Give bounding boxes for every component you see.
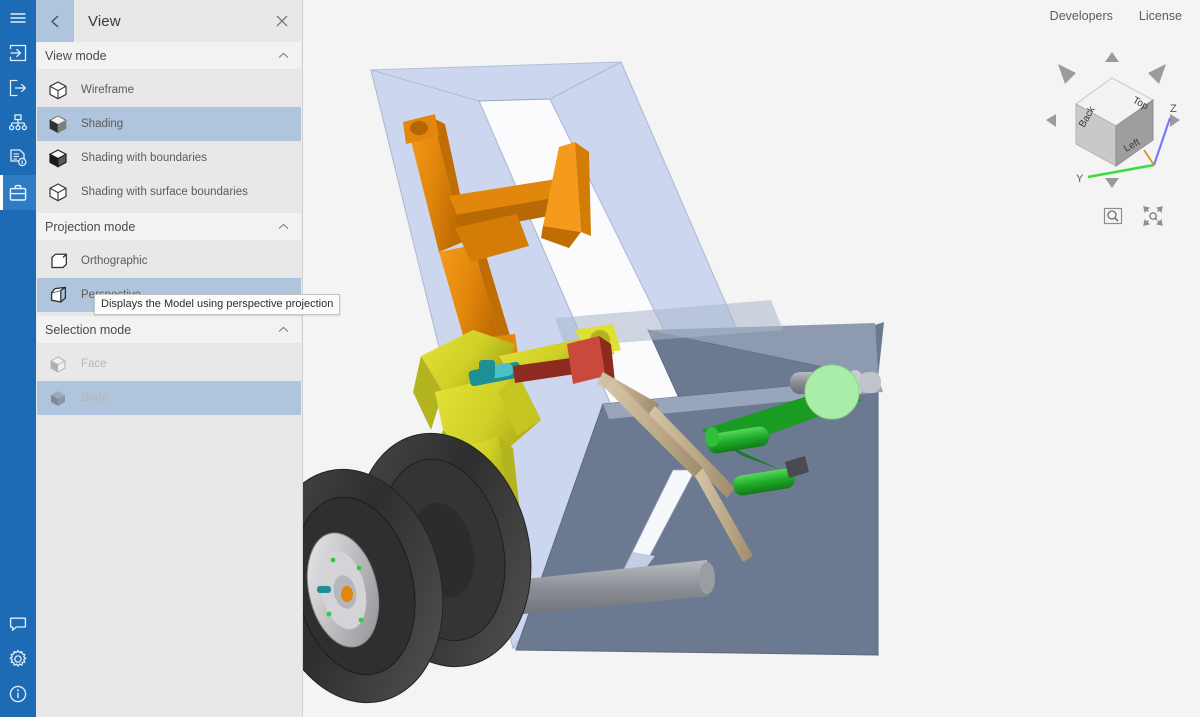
cube-perspective-icon — [45, 282, 71, 308]
section-label-projection-mode: Projection mode — [45, 219, 136, 234]
option-label: Shading with boundaries — [81, 152, 207, 164]
arrow-rotate-ccw-icon — [1058, 64, 1076, 84]
license-link[interactable]: License — [1139, 9, 1182, 23]
export-icon-glyph — [9, 79, 27, 96]
option-label: Wireframe — [81, 84, 135, 96]
export-icon[interactable] — [0, 70, 36, 105]
rail-bottom-group — [0, 606, 36, 717]
navigation-cube[interactable]: Top Back Left Z Y — [1032, 40, 1192, 200]
cube-ortho-icon — [45, 248, 71, 274]
menu-icon[interactable] — [0, 0, 36, 35]
option-shading-with-surface-boundaries[interactable]: Shading with surface boundaries — [37, 175, 301, 209]
zoom-window-icon[interactable] — [1102, 205, 1124, 227]
axis-label-z: Z — [1170, 103, 1177, 115]
arrow-down-icon — [1105, 178, 1119, 188]
section-label-selection-mode: Selection mode — [45, 322, 132, 337]
model-viewport[interactable]: Developers License Top Back Left Z Y — [303, 0, 1200, 717]
page-title: View — [88, 12, 121, 30]
panel-header: View — [36, 0, 302, 42]
close-icon — [276, 15, 288, 27]
top-nav-links: Developers License — [1050, 9, 1182, 23]
cube-surface-edges-icon — [45, 179, 71, 205]
axis-label-y: Y — [1076, 173, 1084, 185]
axis-z-line — [1152, 117, 1172, 166]
cube-body[interactable]: Top Back Left — [1075, 77, 1154, 167]
section-label-view-mode: View mode — [45, 48, 107, 63]
option-label: Shading with surface boundaries — [81, 186, 248, 198]
chevron-up-icon — [278, 52, 289, 59]
chevron-left-icon — [50, 15, 58, 27]
option-label: Body — [81, 392, 108, 404]
toolbox-icon-glyph — [9, 184, 27, 201]
option-label: Orthographic — [81, 255, 148, 267]
panel-body: View mode Wireframe Shading Shading with… — [36, 42, 341, 717]
left-nav-rail — [0, 0, 36, 717]
option-wireframe[interactable]: Wireframe — [37, 73, 301, 107]
info-icon[interactable] — [0, 676, 36, 711]
option-label: Shading — [81, 118, 124, 130]
cube-shaded-edges-icon — [45, 145, 71, 171]
view-settings-panel: View View mode Wireframe Shading Shading… — [36, 0, 341, 717]
tooltip-perspective-projection: Displays the Model using perspective pro… — [94, 294, 341, 315]
arrow-right-icon — [1170, 114, 1180, 127]
option-face[interactable]: Face — [37, 347, 301, 381]
model-tree-icon[interactable] — [0, 105, 36, 140]
option-list-selection-mode: Face Body — [36, 344, 302, 419]
section-header-selection-mode[interactable]: Selection mode — [37, 316, 301, 344]
developers-link[interactable]: Developers — [1050, 9, 1113, 23]
feedback-icon[interactable] — [0, 606, 36, 641]
option-shading-with-boundaries[interactable]: Shading with boundaries — [37, 141, 301, 175]
feedback-icon-glyph — [9, 617, 27, 631]
cube-body-icon — [45, 385, 71, 411]
cad-viewer-app: View View mode Wireframe Shading Shading… — [0, 0, 1200, 717]
axis-x-line — [1143, 149, 1155, 166]
menu-icon-glyph — [10, 12, 26, 23]
model-tree-icon-glyph — [8, 113, 28, 130]
viewport-tools — [1102, 205, 1164, 227]
option-list-view-mode: Wireframe Shading Shading with boundarie… — [36, 70, 302, 213]
settings-icon-glyph — [9, 649, 27, 667]
arrow-up-icon — [1105, 52, 1119, 62]
option-orthographic[interactable]: Orthographic — [37, 244, 301, 278]
cube-wireframe-icon — [45, 77, 71, 103]
cube-face-icon — [45, 351, 71, 377]
chevron-up-icon — [278, 326, 289, 333]
fit-all-icon[interactable] — [1142, 205, 1164, 227]
option-label: Face — [81, 358, 107, 370]
chevron-up-icon — [278, 223, 289, 230]
toolbox-icon[interactable] — [0, 175, 36, 210]
info-icon-glyph — [9, 685, 27, 702]
close-button[interactable] — [272, 11, 292, 31]
option-shading[interactable]: Shading — [37, 107, 301, 141]
navigation-cube-svg[interactable]: Top Back Left Z Y — [1032, 40, 1192, 200]
section-header-projection-mode[interactable]: Projection mode — [37, 213, 301, 241]
properties-icon-glyph — [10, 148, 27, 166]
arrow-left-icon — [1046, 114, 1056, 127]
axis-y-line — [1087, 163, 1155, 179]
back-button[interactable] — [36, 0, 74, 42]
option-body[interactable]: Body — [37, 381, 301, 415]
import-icon-glyph — [9, 44, 27, 61]
arrow-rotate-cw-icon — [1148, 64, 1166, 84]
section-header-view-mode[interactable]: View mode — [37, 42, 301, 70]
rail-top-group — [0, 0, 36, 210]
cube-shaded-icon — [45, 111, 71, 137]
import-icon[interactable] — [0, 35, 36, 70]
properties-icon[interactable] — [0, 140, 36, 175]
settings-icon[interactable] — [0, 641, 36, 676]
